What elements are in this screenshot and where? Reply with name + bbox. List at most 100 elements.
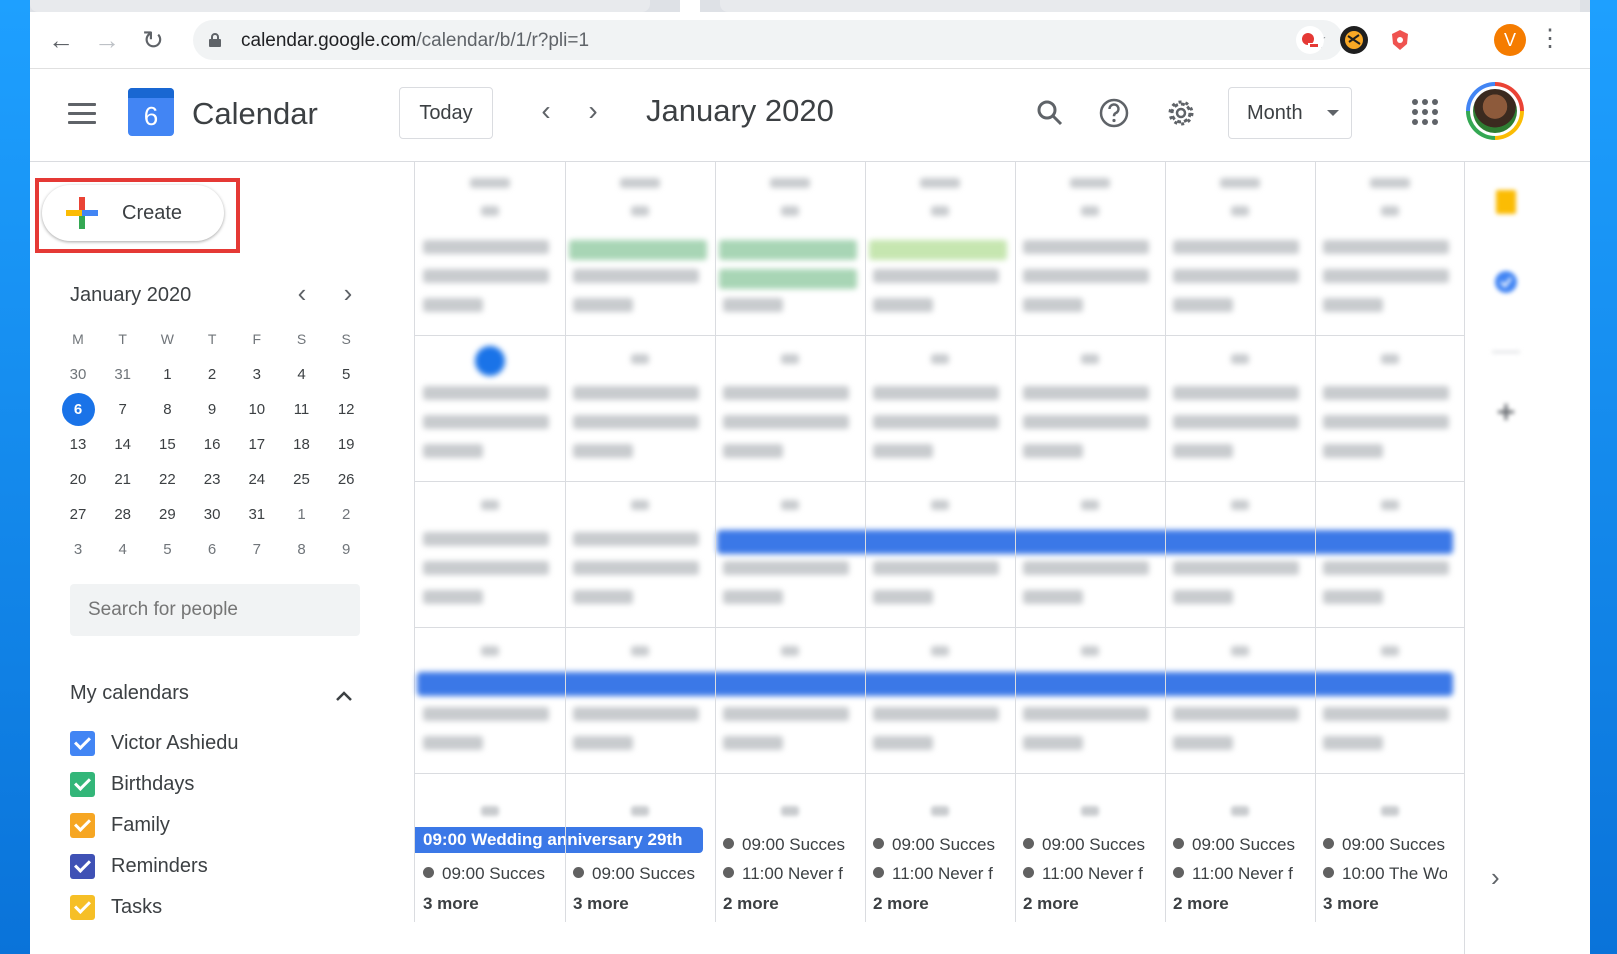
day-number-placeholder[interactable] [481, 646, 499, 656]
event-placeholder[interactable] [573, 736, 633, 750]
event-placeholder[interactable] [1173, 386, 1299, 400]
event-chip[interactable]: 10:00 The Wo [1323, 864, 1447, 888]
browser-tab[interactable] [720, 0, 1580, 12]
main-menu-icon[interactable] [68, 103, 96, 125]
day-number-placeholder[interactable] [1081, 646, 1099, 656]
search-icon[interactable] [1030, 93, 1070, 133]
mini-day[interactable]: 5 [145, 532, 189, 567]
event-placeholder[interactable] [1023, 444, 1083, 458]
event-placeholder[interactable] [1323, 707, 1449, 721]
event-placeholder[interactable] [873, 298, 933, 312]
mini-day[interactable]: 30 [190, 497, 234, 532]
event-placeholder[interactable] [423, 532, 549, 546]
day-number-placeholder[interactable] [631, 206, 649, 216]
event-placeholder[interactable] [1023, 707, 1149, 721]
mini-day[interactable]: 1 [280, 497, 324, 532]
expand-panel-chevron-icon[interactable]: › [1491, 862, 1500, 893]
day-number-placeholder[interactable] [1231, 646, 1249, 656]
mini-day[interactable]: 10 [235, 392, 279, 427]
view-selector[interactable]: Month [1228, 87, 1352, 139]
address-bar[interactable]: calendar.google.com/calendar/b/1/r?pli=1… [193, 20, 1343, 60]
event-placeholder[interactable] [723, 298, 783, 312]
event-placeholder[interactable] [1023, 736, 1083, 750]
tasks-icon[interactable] [1492, 268, 1520, 296]
mini-day[interactable]: 2 [324, 497, 368, 532]
mini-day[interactable]: 7 [101, 392, 145, 427]
previous-period-icon[interactable]: ‹ [530, 95, 562, 127]
event-placeholder[interactable] [573, 269, 699, 283]
help-icon[interactable] [1094, 93, 1134, 133]
event-placeholder[interactable] [1023, 561, 1149, 575]
holiday-event-placeholder[interactable] [719, 269, 857, 289]
event-placeholder[interactable] [1323, 590, 1383, 604]
mini-day[interactable]: 9 [190, 392, 234, 427]
event-placeholder[interactable] [1323, 386, 1449, 400]
mini-day[interactable]: 31 [235, 497, 279, 532]
mini-day[interactable]: 21 [101, 462, 145, 497]
mini-day[interactable]: 9 [324, 532, 368, 567]
extension-record-icon[interactable] [1296, 26, 1324, 54]
browser-menu-icon[interactable]: ⋮ [1538, 24, 1562, 53]
event-chip[interactable]: 11:00 Never f [1023, 864, 1147, 888]
event-placeholder[interactable] [723, 707, 849, 721]
mini-day[interactable]: 22 [145, 462, 189, 497]
mini-next-month-icon[interactable]: › [334, 280, 362, 308]
checkbox-checked-icon[interactable] [70, 895, 95, 920]
event-placeholder[interactable] [573, 561, 699, 575]
mini-day[interactable]: 8 [145, 392, 189, 427]
mini-day[interactable]: 3 [56, 532, 100, 567]
event-placeholder[interactable] [423, 415, 549, 429]
mini-day[interactable]: 26 [324, 462, 368, 497]
mini-day[interactable]: 16 [190, 427, 234, 462]
mini-day-selected[interactable]: 6 [56, 392, 100, 427]
event-placeholder[interactable] [573, 707, 699, 721]
day-number-placeholder[interactable] [781, 354, 799, 364]
mini-day[interactable]: 24 [235, 462, 279, 497]
event-placeholder[interactable] [873, 736, 933, 750]
event-placeholder[interactable] [423, 707, 549, 721]
event-placeholder[interactable] [1173, 298, 1233, 312]
event-placeholder[interactable] [723, 736, 783, 750]
event-placeholder[interactable] [1173, 269, 1299, 283]
multi-day-event-placeholder[interactable] [417, 672, 1453, 696]
event-placeholder[interactable] [423, 298, 483, 312]
event-placeholder[interactable] [1323, 736, 1383, 750]
next-period-icon[interactable]: › [577, 95, 609, 127]
event-placeholder[interactable] [1023, 298, 1083, 312]
more-events-link[interactable]: 2 more [1173, 894, 1229, 914]
event-placeholder[interactable] [1323, 561, 1449, 575]
event-placeholder[interactable] [423, 240, 549, 254]
mini-day[interactable]: 17 [235, 427, 279, 462]
event-placeholder[interactable] [573, 386, 699, 400]
event-placeholder[interactable] [723, 386, 849, 400]
event-placeholder[interactable] [873, 386, 999, 400]
more-events-link[interactable]: 3 more [1323, 894, 1379, 914]
account-avatar[interactable] [1466, 82, 1524, 140]
event-placeholder[interactable] [873, 590, 933, 604]
event-placeholder[interactable] [1173, 415, 1299, 429]
day-number-placeholder[interactable] [931, 500, 949, 510]
day-number-placeholder[interactable] [781, 500, 799, 510]
day-number-placeholder[interactable] [631, 646, 649, 656]
event-placeholder[interactable] [423, 444, 483, 458]
holiday-event-placeholder[interactable] [719, 240, 857, 260]
today-button[interactable]: Today [399, 87, 493, 139]
day-number-placeholder[interactable] [931, 354, 949, 364]
google-apps-icon[interactable] [1412, 99, 1438, 125]
day-number-placeholder[interactable] [1381, 354, 1399, 364]
event-placeholder[interactable] [723, 561, 849, 575]
event-placeholder[interactable] [423, 269, 549, 283]
event-placeholder[interactable] [573, 444, 633, 458]
mini-day[interactable]: 11 [280, 392, 324, 427]
event-placeholder[interactable] [1323, 415, 1449, 429]
event-placeholder[interactable] [1173, 707, 1299, 721]
day-number-placeholder[interactable] [781, 206, 799, 216]
day-number-placeholder[interactable] [1381, 500, 1399, 510]
event-placeholder[interactable] [873, 707, 999, 721]
day-number-placeholder[interactable] [631, 354, 649, 364]
event-placeholder[interactable] [1323, 298, 1383, 312]
mini-day[interactable]: 4 [280, 357, 324, 392]
checkbox-checked-icon[interactable] [70, 854, 95, 879]
mini-day[interactable]: 15 [145, 427, 189, 462]
event-placeholder[interactable] [573, 298, 633, 312]
